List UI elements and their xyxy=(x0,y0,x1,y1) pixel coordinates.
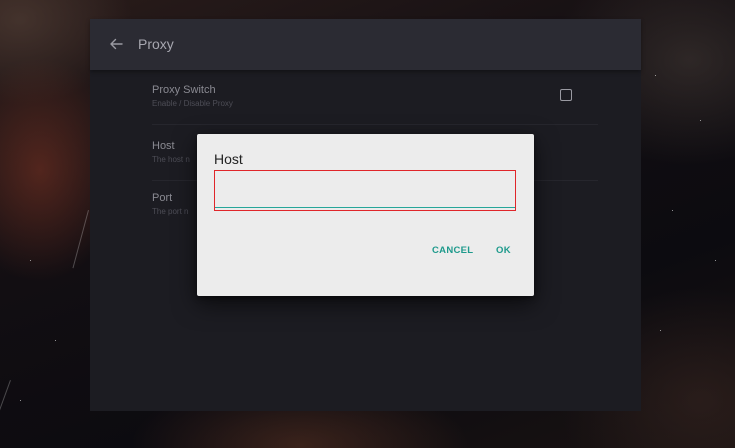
pref-item-proxy-switch[interactable]: Proxy Switch Enable / Disable Proxy xyxy=(90,70,641,126)
pref-summary: Enable / Disable Proxy xyxy=(152,99,233,108)
pref-title: Port xyxy=(152,192,173,204)
host-dialog: Host CANCEL OK xyxy=(197,134,534,296)
proxy-switch-checkbox[interactable] xyxy=(560,89,572,101)
arrow-left-icon xyxy=(110,38,123,50)
divider xyxy=(152,124,598,125)
pref-summary: The port n xyxy=(152,207,189,216)
pref-title: Host xyxy=(152,140,175,152)
ok-button[interactable]: OK xyxy=(490,241,517,260)
toolbar: Proxy xyxy=(90,19,641,70)
cancel-button[interactable]: CANCEL xyxy=(426,241,479,260)
dialog-title: Host xyxy=(214,151,243,167)
pref-title: Proxy Switch xyxy=(152,84,216,96)
host-input[interactable] xyxy=(215,174,515,208)
back-button[interactable] xyxy=(104,32,128,56)
pref-summary: The host n xyxy=(152,155,190,164)
toolbar-title: Proxy xyxy=(138,36,174,52)
